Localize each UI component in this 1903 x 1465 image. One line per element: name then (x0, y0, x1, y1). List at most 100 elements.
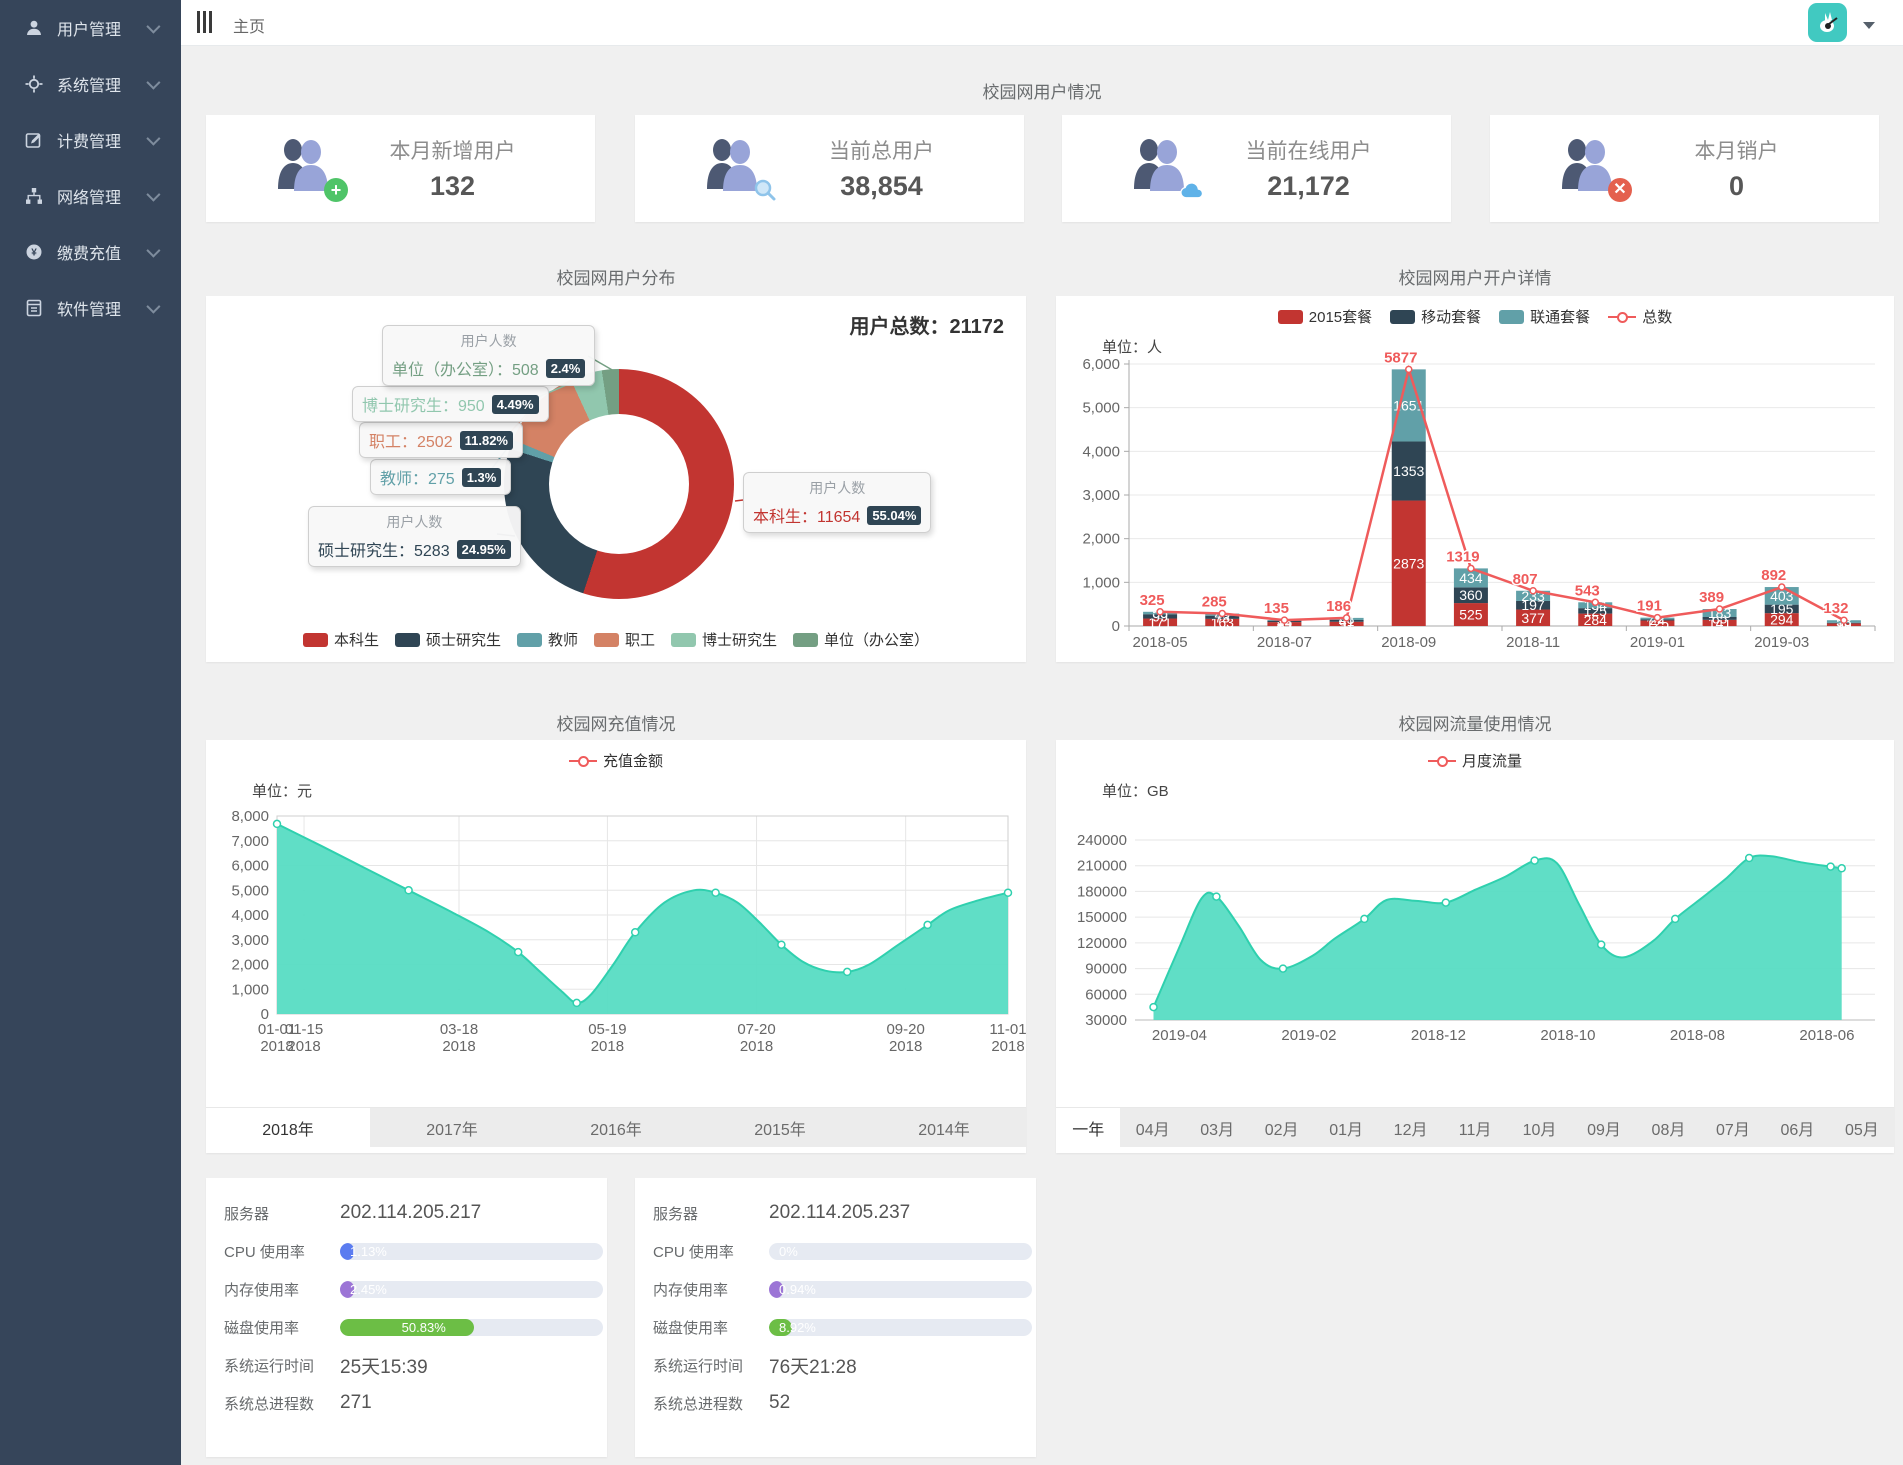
tab-09月[interactable]: 09月 (1572, 1108, 1636, 1147)
svg-text:4,000: 4,000 (231, 907, 269, 924)
cpu-progress-bar: 1.13% (340, 1243, 603, 1260)
tab-01月[interactable]: 01月 (1314, 1108, 1378, 1147)
tab-2015年[interactable]: 2015年 (698, 1108, 862, 1147)
svg-text:11-01: 11-01 (989, 1021, 1026, 1038)
sidebar-item-payment-recharge[interactable]: ¥ 缴费充值 (0, 224, 181, 280)
disk-value: 50.83% (402, 1320, 446, 1335)
svg-text:210000: 210000 (1077, 858, 1127, 875)
legend-item-total[interactable]: 总数 (1608, 306, 1672, 327)
legend-item[interactable]: 博士研究生 (671, 629, 777, 650)
donut-callout-office: 用户人数 单位（办公室）：5082.4% (382, 325, 595, 386)
tab-2014年[interactable]: 2014年 (862, 1108, 1026, 1147)
legend-item[interactable]: 本科生 (303, 629, 379, 650)
svg-text:1,000: 1,000 (231, 981, 269, 998)
line-marker-icon (569, 754, 597, 768)
sidebar-toggle-icon[interactable] (197, 11, 212, 33)
sidebar-item-billing-mgmt[interactable]: 计费管理 (0, 112, 181, 168)
legend-label: 总数 (1642, 306, 1672, 327)
legend-item-recharge[interactable]: 充值金额 (569, 750, 663, 771)
tab-2018年[interactable]: 2018年 (206, 1108, 370, 1147)
tab-10月[interactable]: 10月 (1507, 1108, 1571, 1147)
server-label: 服务器 (653, 1203, 769, 1224)
svg-text:2019-02: 2019-02 (1281, 1027, 1336, 1044)
tab-05月[interactable]: 05月 (1830, 1108, 1894, 1147)
legend-item[interactable]: 职工 (594, 629, 655, 650)
legend-item[interactable]: 2015套餐 (1278, 306, 1372, 327)
recharge-legend: 充值金额 (206, 750, 1026, 771)
plus-badge-icon: + (324, 178, 348, 202)
legend-item[interactable]: 移动套餐 (1390, 306, 1481, 327)
breadcrumb[interactable]: 主页 (233, 13, 265, 37)
callout-pct-badge: 4.49% (492, 395, 539, 414)
tab-04月[interactable]: 04月 (1120, 1108, 1184, 1147)
legend-label: 博士研究生 (702, 629, 777, 650)
legend-item[interactable]: 教师 (517, 629, 578, 650)
stat-card-label: 当前总用户 (779, 135, 984, 165)
legend-swatch-icon (1278, 310, 1303, 324)
rabbit-avatar-icon (1815, 10, 1841, 36)
svg-text:6,000: 6,000 (231, 858, 269, 875)
uptime-label: 系统运行时间 (224, 1355, 340, 1376)
callout-pct-badge: 2.4% (546, 359, 586, 378)
process-count-value: 271 (340, 1392, 372, 1414)
svg-text:5,000: 5,000 (231, 882, 269, 899)
traffic-legend: 月度流量 (1056, 750, 1894, 771)
svg-text:135: 135 (1264, 600, 1289, 617)
callout-text: 职工：2502 (369, 428, 453, 452)
sidebar-item-software-mgmt[interactable]: 软件管理 (0, 280, 181, 336)
accounts-bar-chart[interactable]: 01,0002,0003,0004,0005,0006,0002018-0520… (1056, 296, 1894, 662)
disk-progress-bar: 8.92% (769, 1319, 1032, 1336)
disk-progress-bar: 50.83% (340, 1319, 603, 1336)
tab-2016年[interactable]: 2016年 (534, 1108, 698, 1147)
sidebar-item-network-mgmt[interactable]: 网络管理 (0, 168, 181, 224)
svg-text:01-15: 01-15 (285, 1021, 323, 1038)
tab-07月[interactable]: 07月 (1701, 1108, 1765, 1147)
dashboard-page: 用户管理 系统管理 计费管理 网络管理 ¥ (0, 0, 1903, 1465)
svg-text:240000: 240000 (1077, 832, 1127, 849)
callout-pct-badge: 1.3% (462, 468, 502, 487)
svg-text:2018-05: 2018-05 (1133, 634, 1188, 651)
tab-12月[interactable]: 12月 (1378, 1108, 1442, 1147)
tab-02月[interactable]: 02月 (1249, 1108, 1313, 1147)
donut-chart-title: 校园网用户分布 (206, 264, 1026, 289)
tab-11月[interactable]: 11月 (1443, 1108, 1507, 1147)
legend-item-traffic[interactable]: 月度流量 (1428, 750, 1522, 771)
uptime-value: 25天15:39 (340, 1352, 428, 1379)
billing-icon (24, 130, 44, 150)
chevron-down-icon (146, 132, 160, 146)
svg-text:2019-04: 2019-04 (1152, 1027, 1207, 1044)
svg-text:2018-06: 2018-06 (1799, 1027, 1854, 1044)
svg-text:¥: ¥ (31, 248, 37, 259)
sidebar-item-system-mgmt[interactable]: 系统管理 (0, 56, 181, 112)
sidebar-item-label: 系统管理 (57, 72, 121, 96)
uptime-value: 76天21:28 (769, 1352, 857, 1379)
stat-card-new-users: + 本月新增用户 132 (206, 115, 595, 222)
sidebar-item-user-mgmt[interactable]: 用户管理 (0, 0, 181, 56)
user-menu-caret-icon[interactable] (1863, 22, 1875, 29)
legend-item[interactable]: 硕士研究生 (395, 629, 501, 650)
svg-text:3,000: 3,000 (1082, 487, 1120, 504)
payment-icon: ¥ (24, 242, 44, 262)
sidebar-item-label: 软件管理 (57, 296, 121, 320)
svg-text:3,000: 3,000 (231, 932, 269, 949)
svg-text:2018-07: 2018-07 (1257, 634, 1312, 651)
svg-text:1353: 1353 (1393, 463, 1424, 479)
recharge-area-chart[interactable]: 01,0002,0003,0004,0005,0006,0007,0008,00… (206, 740, 1026, 1110)
close-badge-icon: ✕ (1608, 178, 1632, 202)
legend-item[interactable]: 联通套餐 (1499, 306, 1590, 327)
svg-text:285: 285 (1202, 594, 1227, 611)
tab-03月[interactable]: 03月 (1185, 1108, 1249, 1147)
tab-06月[interactable]: 06月 (1765, 1108, 1829, 1147)
memory-label: 内存使用率 (224, 1279, 340, 1300)
tab-一年[interactable]: 一年 (1056, 1108, 1120, 1147)
legend-item[interactable]: 单位（办公室） (793, 629, 929, 650)
traffic-chart-title: 校园网流量使用情况 (1056, 710, 1894, 735)
tab-08月[interactable]: 08月 (1636, 1108, 1700, 1147)
svg-text:2018-12: 2018-12 (1411, 1027, 1466, 1044)
avatar[interactable] (1808, 3, 1847, 42)
process-count-label: 系统总进程数 (224, 1393, 340, 1414)
tab-2017年[interactable]: 2017年 (370, 1108, 534, 1147)
traffic-area-chart[interactable]: 3000060000900001200001500001800002100002… (1056, 740, 1894, 1110)
svg-text:191: 191 (1637, 598, 1662, 615)
system-icon (24, 74, 44, 94)
